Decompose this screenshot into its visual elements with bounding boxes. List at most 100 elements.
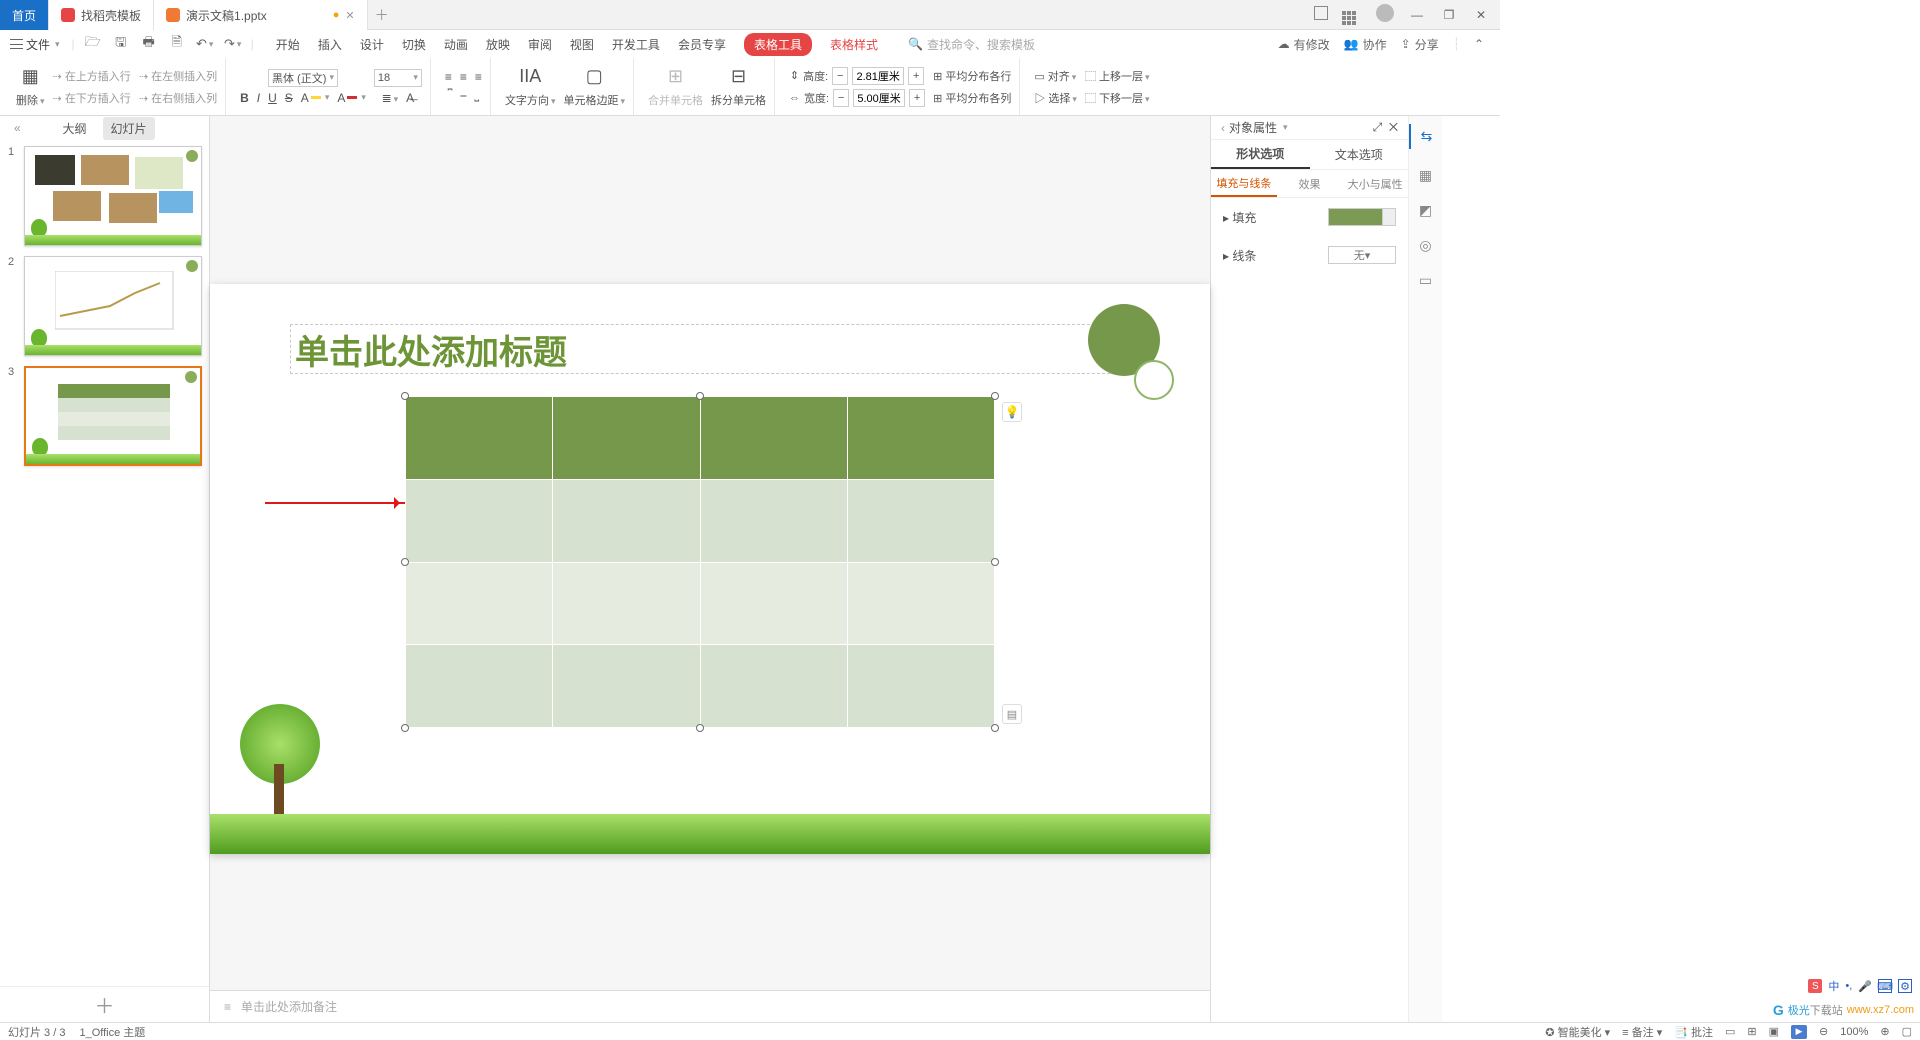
distribute-cols[interactable]: ⊞ 平均分布各列 xyxy=(933,90,1011,106)
height-minus[interactable]: − xyxy=(832,67,848,85)
valign-top-icon[interactable]: ⎴ xyxy=(448,88,453,103)
handle-bm[interactable] xyxy=(696,724,704,732)
view-reading-icon[interactable]: ▣ xyxy=(1769,1025,1779,1038)
tab-dev[interactable]: 开发工具 xyxy=(612,33,660,56)
tab-review[interactable]: 审阅 xyxy=(528,33,552,56)
width-input[interactable] xyxy=(853,89,905,107)
zoom-out-icon[interactable]: ⊖ xyxy=(1819,1025,1828,1038)
bring-forward[interactable]: ⬚ 上移一层▾ xyxy=(1085,68,1150,84)
collab-button[interactable]: 👥 协作 xyxy=(1344,36,1387,53)
file-menu[interactable]: 文件▾ xyxy=(10,36,60,53)
text-options-tab[interactable]: 文本选项 xyxy=(1310,140,1409,169)
slideshow-button[interactable]: ▶ xyxy=(1791,1025,1807,1039)
cloud-sync[interactable]: ☁ 有修改 xyxy=(1278,36,1330,53)
font-size-select[interactable]: 18▾ xyxy=(374,69,422,87)
line-select[interactable]: 无 ▾ xyxy=(1328,246,1396,264)
slide-canvas[interactable]: 单击此处添加标题 💡 ▤ ≡单击此处添加备注 xyxy=(210,116,1210,1022)
align-center-icon[interactable]: ≡ xyxy=(460,70,467,84)
insert-row-above[interactable]: ⇢ 在上方插入行 xyxy=(53,68,131,84)
status-ai[interactable]: ✪ 智能美化 ▾ xyxy=(1545,1024,1610,1040)
new-tab-button[interactable]: ＋ xyxy=(368,0,396,29)
open-button[interactable]: 🗁 xyxy=(83,34,103,54)
zoom-value[interactable]: 100% xyxy=(1840,1026,1868,1038)
print-button[interactable]: 🖶 xyxy=(139,34,159,54)
send-backward[interactable]: ⬚ 下移一层▾ xyxy=(1085,90,1150,106)
insert-col-right[interactable]: ⇢ 在右侧插入列 xyxy=(139,90,217,106)
close-panel-icon[interactable]: ✕ xyxy=(1389,120,1398,134)
shape-options-tab[interactable]: 形状选项 xyxy=(1211,140,1310,169)
align-right-icon[interactable]: ≡ xyxy=(475,70,482,84)
clear-format-button[interactable]: A̶ xyxy=(406,91,414,105)
ime-settings-icon[interactable]: ⚙ xyxy=(1898,979,1912,993)
notes-pane[interactable]: ≡单击此处添加备注 xyxy=(210,990,1210,1022)
underline-button[interactable]: U xyxy=(268,91,277,105)
effects-subtab[interactable]: 效果 xyxy=(1277,170,1343,197)
tab-start[interactable]: 开始 xyxy=(276,33,300,56)
strike-button[interactable]: S xyxy=(285,91,293,105)
tab-table-style[interactable]: 表格样式 xyxy=(830,36,878,53)
ime-punct[interactable]: •, xyxy=(1845,980,1852,992)
zoom-in-icon[interactable]: ⊕ xyxy=(1880,1025,1889,1038)
strip-slide-icon[interactable]: ▭ xyxy=(1419,272,1432,289)
view-sorter-icon[interactable]: ⊞ xyxy=(1747,1025,1756,1038)
tab-insert[interactable]: 插入 xyxy=(318,33,342,56)
handle-br[interactable] xyxy=(991,724,999,732)
undo-button[interactable]: ↶▾ xyxy=(195,34,215,54)
status-comments[interactable]: 📑 批注 xyxy=(1674,1024,1713,1040)
thumb-3[interactable]: 3 xyxy=(10,366,199,466)
table-options-icon[interactable]: ▤ xyxy=(1002,704,1022,724)
handle-tr[interactable] xyxy=(991,392,999,400)
tab-trans[interactable]: 切换 xyxy=(402,33,426,56)
fontcolor-button[interactable]: A▾ xyxy=(337,91,366,105)
ime-soft-kbd-icon[interactable]: ⌨ xyxy=(1878,979,1892,993)
tab-table-tools[interactable]: 表格工具 xyxy=(744,33,812,56)
merge-cells-button[interactable]: ⊞合并单元格 xyxy=(648,66,703,108)
smart-tip-icon[interactable]: 💡 xyxy=(1002,402,1022,422)
tab-document[interactable]: 演示文稿1.pptx ● ✕ xyxy=(154,0,368,30)
outline-tab[interactable]: 大纲 xyxy=(54,117,94,140)
delete-button[interactable]: ▦删除▾ xyxy=(16,66,45,108)
tab-design[interactable]: 设计 xyxy=(360,33,384,56)
valign-mid-icon[interactable]: ⎯ xyxy=(460,88,466,103)
slide-table[interactable] xyxy=(405,396,995,728)
strip-shape-icon[interactable]: ◩ xyxy=(1419,202,1432,219)
tab-show[interactable]: 放映 xyxy=(486,33,510,56)
handle-ml[interactable] xyxy=(401,558,409,566)
height-plus[interactable]: + xyxy=(908,67,924,85)
bold-button[interactable]: B xyxy=(240,91,249,105)
reading-layout-icon[interactable] xyxy=(1310,6,1332,23)
window-restore-icon[interactable]: ❐ xyxy=(1438,8,1460,22)
italic-button[interactable]: I xyxy=(257,91,260,105)
thumb-2[interactable]: 2 xyxy=(10,256,199,356)
height-input[interactable] xyxy=(852,67,904,85)
save-button[interactable]: 🖫 xyxy=(111,34,131,54)
align-left-icon[interactable]: ≡ xyxy=(445,70,452,84)
tab-home[interactable]: 首页 xyxy=(0,0,49,30)
view-normal-icon[interactable]: ▭ xyxy=(1725,1025,1735,1038)
valign-bot-icon[interactable]: ⎵ xyxy=(474,88,479,103)
handle-tm[interactable] xyxy=(696,392,704,400)
handle-mr[interactable] xyxy=(991,558,999,566)
width-minus[interactable]: − xyxy=(833,89,849,107)
chevron-left-icon[interactable]: ‹ xyxy=(1221,121,1225,135)
width-plus[interactable]: + xyxy=(909,89,925,107)
line-row[interactable]: ▸ 线条 无 ▾ xyxy=(1211,236,1408,274)
tab-template[interactable]: 找稻壳模板 xyxy=(49,0,154,30)
strip-style-icon[interactable]: ▦ xyxy=(1419,167,1432,184)
ribbon-expand-icon[interactable]: ⌃ xyxy=(1474,37,1484,51)
tab-view[interactable]: 视图 xyxy=(570,33,594,56)
insert-row-below[interactable]: ⇢ 在下方插入行 xyxy=(53,90,131,106)
redo-button[interactable]: ↷▾ xyxy=(223,34,243,54)
fill-row[interactable]: ▸ 填充 xyxy=(1211,198,1408,236)
tab-vip[interactable]: 会员专享 xyxy=(678,33,726,56)
tab-anim[interactable]: 动画 xyxy=(444,33,468,56)
pin-icon[interactable]: ⤢ xyxy=(1373,120,1383,134)
align-menu[interactable]: ▭ 对齐▾ xyxy=(1034,68,1077,84)
highlight-button[interactable]: A▾ xyxy=(301,91,330,105)
split-cells-button[interactable]: ⊟拆分单元格 xyxy=(711,66,766,108)
fill-line-subtab[interactable]: 填充与线条 xyxy=(1211,170,1277,197)
handle-tl[interactable] xyxy=(401,392,409,400)
close-icon[interactable]: ✕ xyxy=(345,9,354,22)
status-notes[interactable]: ≡ 备注 ▾ xyxy=(1622,1024,1662,1040)
fill-color-swatch[interactable] xyxy=(1328,208,1396,226)
